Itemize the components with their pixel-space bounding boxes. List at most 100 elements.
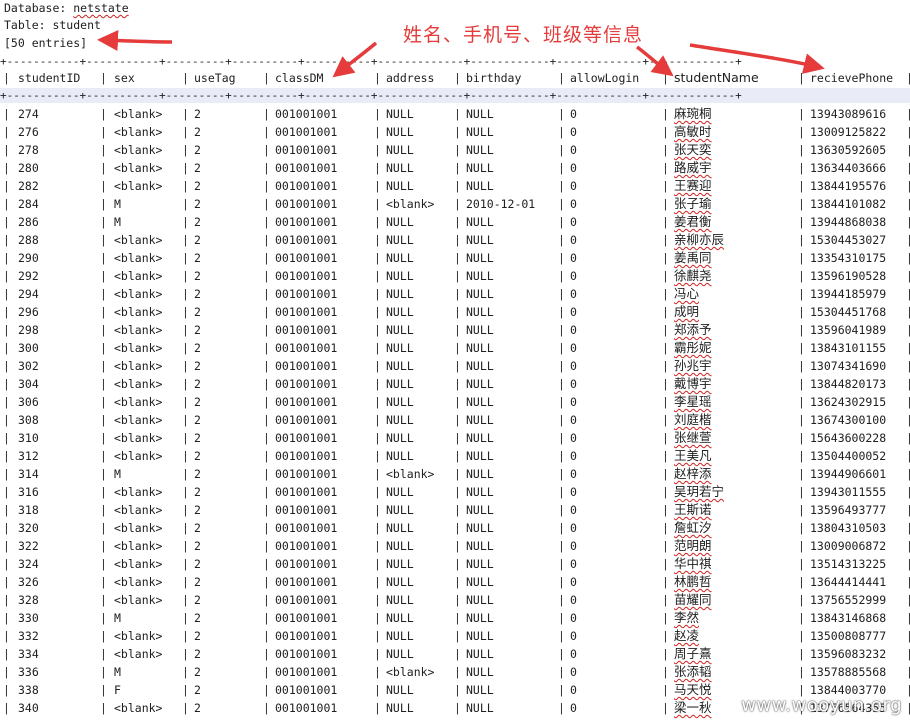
- watermark: www.wooyun.org: [741, 695, 902, 716]
- column-divider: |: [454, 269, 461, 283]
- cell-student-id: 294: [18, 287, 39, 301]
- column-divider: |: [662, 593, 669, 607]
- cell-address: <blank>: [386, 665, 435, 679]
- column-divider: |: [263, 323, 270, 337]
- cell-sex: <blank>: [114, 647, 163, 661]
- column-divider: |: [454, 251, 461, 265]
- column-divider: |: [906, 179, 910, 193]
- cell-allow-login: 0: [570, 629, 577, 643]
- cell-student-id: 320: [18, 521, 39, 535]
- column-divider: |: [182, 269, 189, 283]
- column-divider: |: [182, 629, 189, 643]
- student-name-text: 张子瑜: [674, 196, 712, 211]
- cell-class-dm: 001001001: [275, 575, 338, 589]
- column-divider: |: [558, 233, 565, 247]
- column-divider: |: [100, 665, 107, 679]
- cell-recieve-phone: 13843101155: [810, 341, 887, 355]
- column-divider: |: [3, 431, 10, 445]
- column-divider: |: [263, 593, 270, 607]
- table-row: | | | | | | | | | | 304 <blank> 2 001001001 NULL NULL 0 戴…: [0, 375, 910, 393]
- cell-student-name: 冯心: [674, 285, 699, 303]
- cell-address: NULL: [386, 287, 414, 301]
- cell-class-dm: 001001001: [275, 233, 338, 247]
- column-divider: |: [454, 593, 461, 607]
- column-divider: |: [3, 71, 10, 85]
- cell-recieve-phone: 15643600228: [810, 431, 887, 445]
- column-divider: |: [374, 467, 381, 481]
- student-name-text: 赵凌: [674, 628, 700, 643]
- cell-allow-login: 0: [570, 557, 577, 571]
- column-divider: |: [906, 215, 910, 229]
- column-divider: |: [374, 485, 381, 499]
- column-divider: |: [263, 701, 270, 715]
- cell-sex: <blank>: [114, 593, 163, 607]
- cell-birthday: NULL: [466, 107, 494, 121]
- cell-student-id: 290: [18, 251, 39, 265]
- cell-use-tag: 2: [194, 161, 201, 175]
- student-name-text: 詹虹汐: [674, 520, 712, 535]
- column-divider: |: [263, 359, 270, 373]
- cell-allow-login: 0: [570, 539, 577, 553]
- table-row: | | | | | | | | | | 282 <blank> 2 001001001 NULL NULL 0 王…: [0, 177, 910, 195]
- cell-address: NULL: [386, 593, 414, 607]
- column-divider: |: [182, 179, 189, 193]
- cell-address: NULL: [386, 431, 414, 445]
- column-divider: |: [182, 287, 189, 301]
- cell-student-name: 王美凡: [674, 447, 712, 465]
- column-divider: |: [662, 647, 669, 661]
- student-name-text: 冯心: [674, 286, 700, 301]
- column-divider: |: [798, 323, 805, 337]
- column-divider: |: [798, 107, 805, 121]
- cell-student-name: 赵凌: [674, 627, 699, 645]
- cell-allow-login: 0: [570, 485, 577, 499]
- cell-student-id: 306: [18, 395, 39, 409]
- column-divider: |: [263, 557, 270, 571]
- column-divider: |: [454, 629, 461, 643]
- student-name-text: 王赛迎: [674, 178, 712, 193]
- cell-recieve-phone: 13804310503: [810, 521, 887, 535]
- cell-use-tag: 2: [194, 233, 201, 247]
- column-divider: |: [798, 539, 805, 553]
- cell-recieve-phone: 15304451768: [810, 305, 887, 319]
- table-row: | | | | | | | | | | 306 <blank> 2 001001001 NULL NULL 0 李…: [0, 393, 910, 411]
- cell-birthday: NULL: [466, 701, 494, 715]
- cell-sex: <blank>: [114, 701, 163, 715]
- column-divider: |: [558, 359, 565, 373]
- column-divider: |: [263, 71, 270, 85]
- column-divider: |: [798, 161, 805, 175]
- column-divider: |: [454, 665, 461, 679]
- cell-allow-login: 0: [570, 305, 577, 319]
- cell-class-dm: 001001001: [275, 377, 338, 391]
- cell-recieve-phone: 13844101082: [810, 197, 887, 211]
- column-divider: |: [374, 233, 381, 247]
- column-divider: |: [3, 341, 10, 355]
- column-divider: |: [100, 413, 107, 427]
- column-divider: |: [798, 431, 805, 445]
- column-divider: |: [454, 179, 461, 193]
- column-divider: |: [263, 107, 270, 121]
- cell-student-id: 310: [18, 431, 39, 445]
- column-divider: |: [182, 683, 189, 697]
- cell-birthday: NULL: [466, 629, 494, 643]
- column-divider: |: [558, 395, 565, 409]
- column-divider: |: [798, 521, 805, 535]
- student-name-text: 郑添予: [674, 322, 712, 337]
- column-divider: |: [374, 143, 381, 157]
- student-name-text: 徐麒尧: [674, 268, 712, 283]
- column-divider: |: [662, 557, 669, 571]
- cell-student-id: 286: [18, 215, 39, 229]
- column-divider: |: [374, 701, 381, 715]
- cell-class-dm: 001001001: [275, 431, 338, 445]
- column-divider: |: [100, 431, 107, 445]
- column-divider: |: [100, 503, 107, 517]
- column-divider: |: [662, 611, 669, 625]
- cell-class-dm: 001001001: [275, 161, 338, 175]
- column-divider: |: [374, 683, 381, 697]
- table-row: | | | | | | | | | | 294 <blank> 2 001001001 NULL NULL 0 冯…: [0, 285, 910, 303]
- cell-use-tag: 2: [194, 701, 201, 715]
- cell-student-id: 278: [18, 143, 39, 157]
- cell-student-id: 340: [18, 701, 39, 715]
- table-top-border: +-----------+-----------+---------+-----…: [0, 57, 742, 67]
- cell-use-tag: 2: [194, 251, 201, 265]
- cell-recieve-phone: 13596493777: [810, 503, 887, 517]
